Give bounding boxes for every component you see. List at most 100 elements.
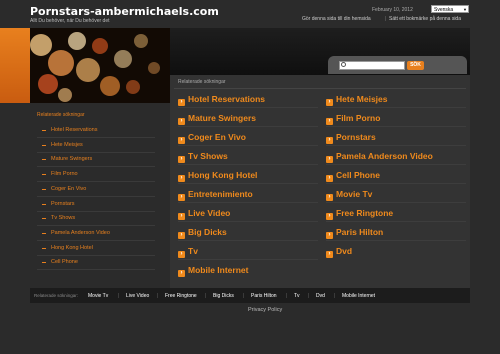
footer-separator: | [118, 293, 120, 299]
related-link[interactable]: › Pornstars [326, 132, 376, 144]
set-homepage-link[interactable]: Gör denna sida till din hemsida [302, 16, 371, 22]
main-divider [174, 88, 466, 89]
related-link-label: Dvd [336, 246, 353, 256]
related-link-label: Hotel Reservations [188, 94, 265, 104]
sidebar-item[interactable]: Cell Phone [51, 259, 78, 265]
arrow-right-icon: › [178, 99, 185, 106]
related-link-label: Pamela Anderson Video [336, 151, 433, 161]
related-link-label: Cell Phone [336, 170, 380, 180]
bookmark-link[interactable]: Sätt ett bokmärke på denna sida [389, 16, 461, 22]
related-link[interactable]: › Film Porno [326, 113, 380, 125]
arrow-right-icon: › [178, 251, 185, 258]
related-link-label: Mature Swingers [188, 113, 257, 123]
related-link[interactable]: › Pamela Anderson Video [326, 151, 433, 163]
sidebar-item[interactable]: Pornstars [51, 201, 75, 207]
tagline: Allt Du behöver, när Du behöver det [30, 18, 110, 24]
site-title[interactable]: Pornstars-ambermichaels.com [30, 5, 219, 18]
footer-link[interactable]: Mobile Internet [342, 293, 375, 299]
sidebar-divider [37, 254, 155, 256]
row-divider [326, 183, 466, 184]
related-link-label: Tv Shows [188, 151, 228, 161]
related-link[interactable]: › Big Dicks [178, 227, 227, 239]
sidebar-divider [37, 181, 155, 183]
footer-label: Relaterade sökningar: [34, 293, 79, 298]
related-link-label: Movie Tv [336, 189, 373, 199]
related-link-label: Coger En Vivo [188, 132, 246, 142]
arrow-right-icon: › [326, 156, 333, 163]
related-link[interactable]: › Tv [178, 246, 198, 258]
search-icon [341, 62, 346, 67]
date-label: February 10, 2012 [372, 7, 413, 13]
related-link-label: Big Dicks [188, 227, 227, 237]
arrow-right-icon: › [178, 156, 185, 163]
row-divider [326, 221, 466, 222]
privacy-policy-link[interactable]: Privacy Policy [248, 307, 282, 313]
related-link[interactable]: › Cell Phone [326, 170, 380, 182]
related-link[interactable]: › Free Ringtone [326, 208, 393, 220]
related-link-label: Tv [188, 246, 198, 256]
related-link[interactable]: › Mature Swingers [178, 113, 256, 125]
arrow-right-icon: › [326, 118, 333, 125]
footer-link[interactable]: Tv [294, 293, 300, 299]
related-link-label: Mobile Internet [188, 265, 249, 275]
related-link-label: Hete Meisjes [336, 94, 388, 104]
related-link[interactable]: › Live Video [178, 208, 230, 220]
sidebar-item[interactable]: Hong Kong Hotel [51, 245, 93, 251]
row-divider [326, 202, 466, 203]
related-link-label: Paris Hilton [336, 227, 384, 237]
search-input[interactable] [339, 61, 405, 70]
related-link[interactable]: › Paris Hilton [326, 227, 383, 239]
search-button[interactable]: SÖK [407, 61, 424, 70]
row-divider [178, 126, 318, 127]
related-link[interactable]: › Hete Meisjes [326, 94, 388, 106]
arrow-right-icon: › [178, 175, 185, 182]
footer-link[interactable]: Free Ringtone [165, 293, 197, 299]
footer-link[interactable]: Live Video [126, 293, 149, 299]
sidebar-divider [37, 195, 155, 197]
related-link[interactable]: › Tv Shows [178, 151, 228, 163]
arrow-right-icon: › [178, 194, 185, 201]
sidebar-item[interactable]: Hotel Reservations [51, 127, 97, 133]
sidebar-bullet [42, 262, 46, 264]
related-link[interactable]: › Movie Tv [326, 189, 372, 201]
orange-banner-strip [0, 28, 30, 103]
sidebar-item[interactable]: Coger En Vivo [51, 186, 86, 192]
footer-link[interactable]: Movie Tv [88, 293, 108, 299]
sidebar-bullet [42, 159, 46, 161]
arrow-right-icon: › [326, 232, 333, 239]
related-link[interactable]: › Coger En Vivo [178, 132, 246, 144]
sidebar-item[interactable]: Film Porno [51, 171, 78, 177]
row-divider [326, 126, 466, 127]
related-link[interactable]: › Hotel Reservations [178, 94, 265, 106]
arrow-right-icon: › [326, 137, 333, 144]
sidebar-item[interactable]: Pamela Anderson Video [51, 230, 110, 236]
right-margin [470, 28, 500, 103]
sidebar-item[interactable]: Tv Shows [51, 215, 75, 221]
row-divider [326, 164, 466, 165]
footer-link[interactable]: Paris Hilton [251, 293, 277, 299]
sidebar-bullet [42, 247, 46, 249]
language-select[interactable]: Svenska ▼ [431, 5, 469, 13]
footer-separator: | [205, 293, 207, 299]
sidebar-divider [37, 239, 155, 241]
footer-separator: | [286, 293, 288, 299]
sidebar-item[interactable]: Mature Swingers [51, 156, 92, 162]
related-link-label: Pornstars [336, 132, 376, 142]
footer-link[interactable]: Dvd [316, 293, 325, 299]
related-link[interactable]: › Hong Kong Hotel [178, 170, 257, 182]
row-divider [326, 107, 466, 108]
sidebar-divider [37, 137, 155, 138]
related-link[interactable]: › Entretenimiento [178, 189, 253, 201]
footer-link[interactable]: Big Dicks [213, 293, 234, 299]
sidebar-bullet [42, 218, 46, 220]
arrow-right-icon: › [326, 213, 333, 220]
row-divider [178, 164, 318, 165]
related-link-label: Free Ringtone [336, 208, 394, 218]
row-divider [178, 183, 318, 184]
related-link-label: Hong Kong Hotel [188, 170, 258, 180]
related-link[interactable]: › Mobile Internet [178, 265, 248, 277]
related-link[interactable]: › Dvd [326, 246, 352, 258]
row-divider [178, 221, 318, 222]
sidebar-item[interactable]: Hete Meisjes [51, 142, 83, 148]
arrow-right-icon: › [178, 137, 185, 144]
